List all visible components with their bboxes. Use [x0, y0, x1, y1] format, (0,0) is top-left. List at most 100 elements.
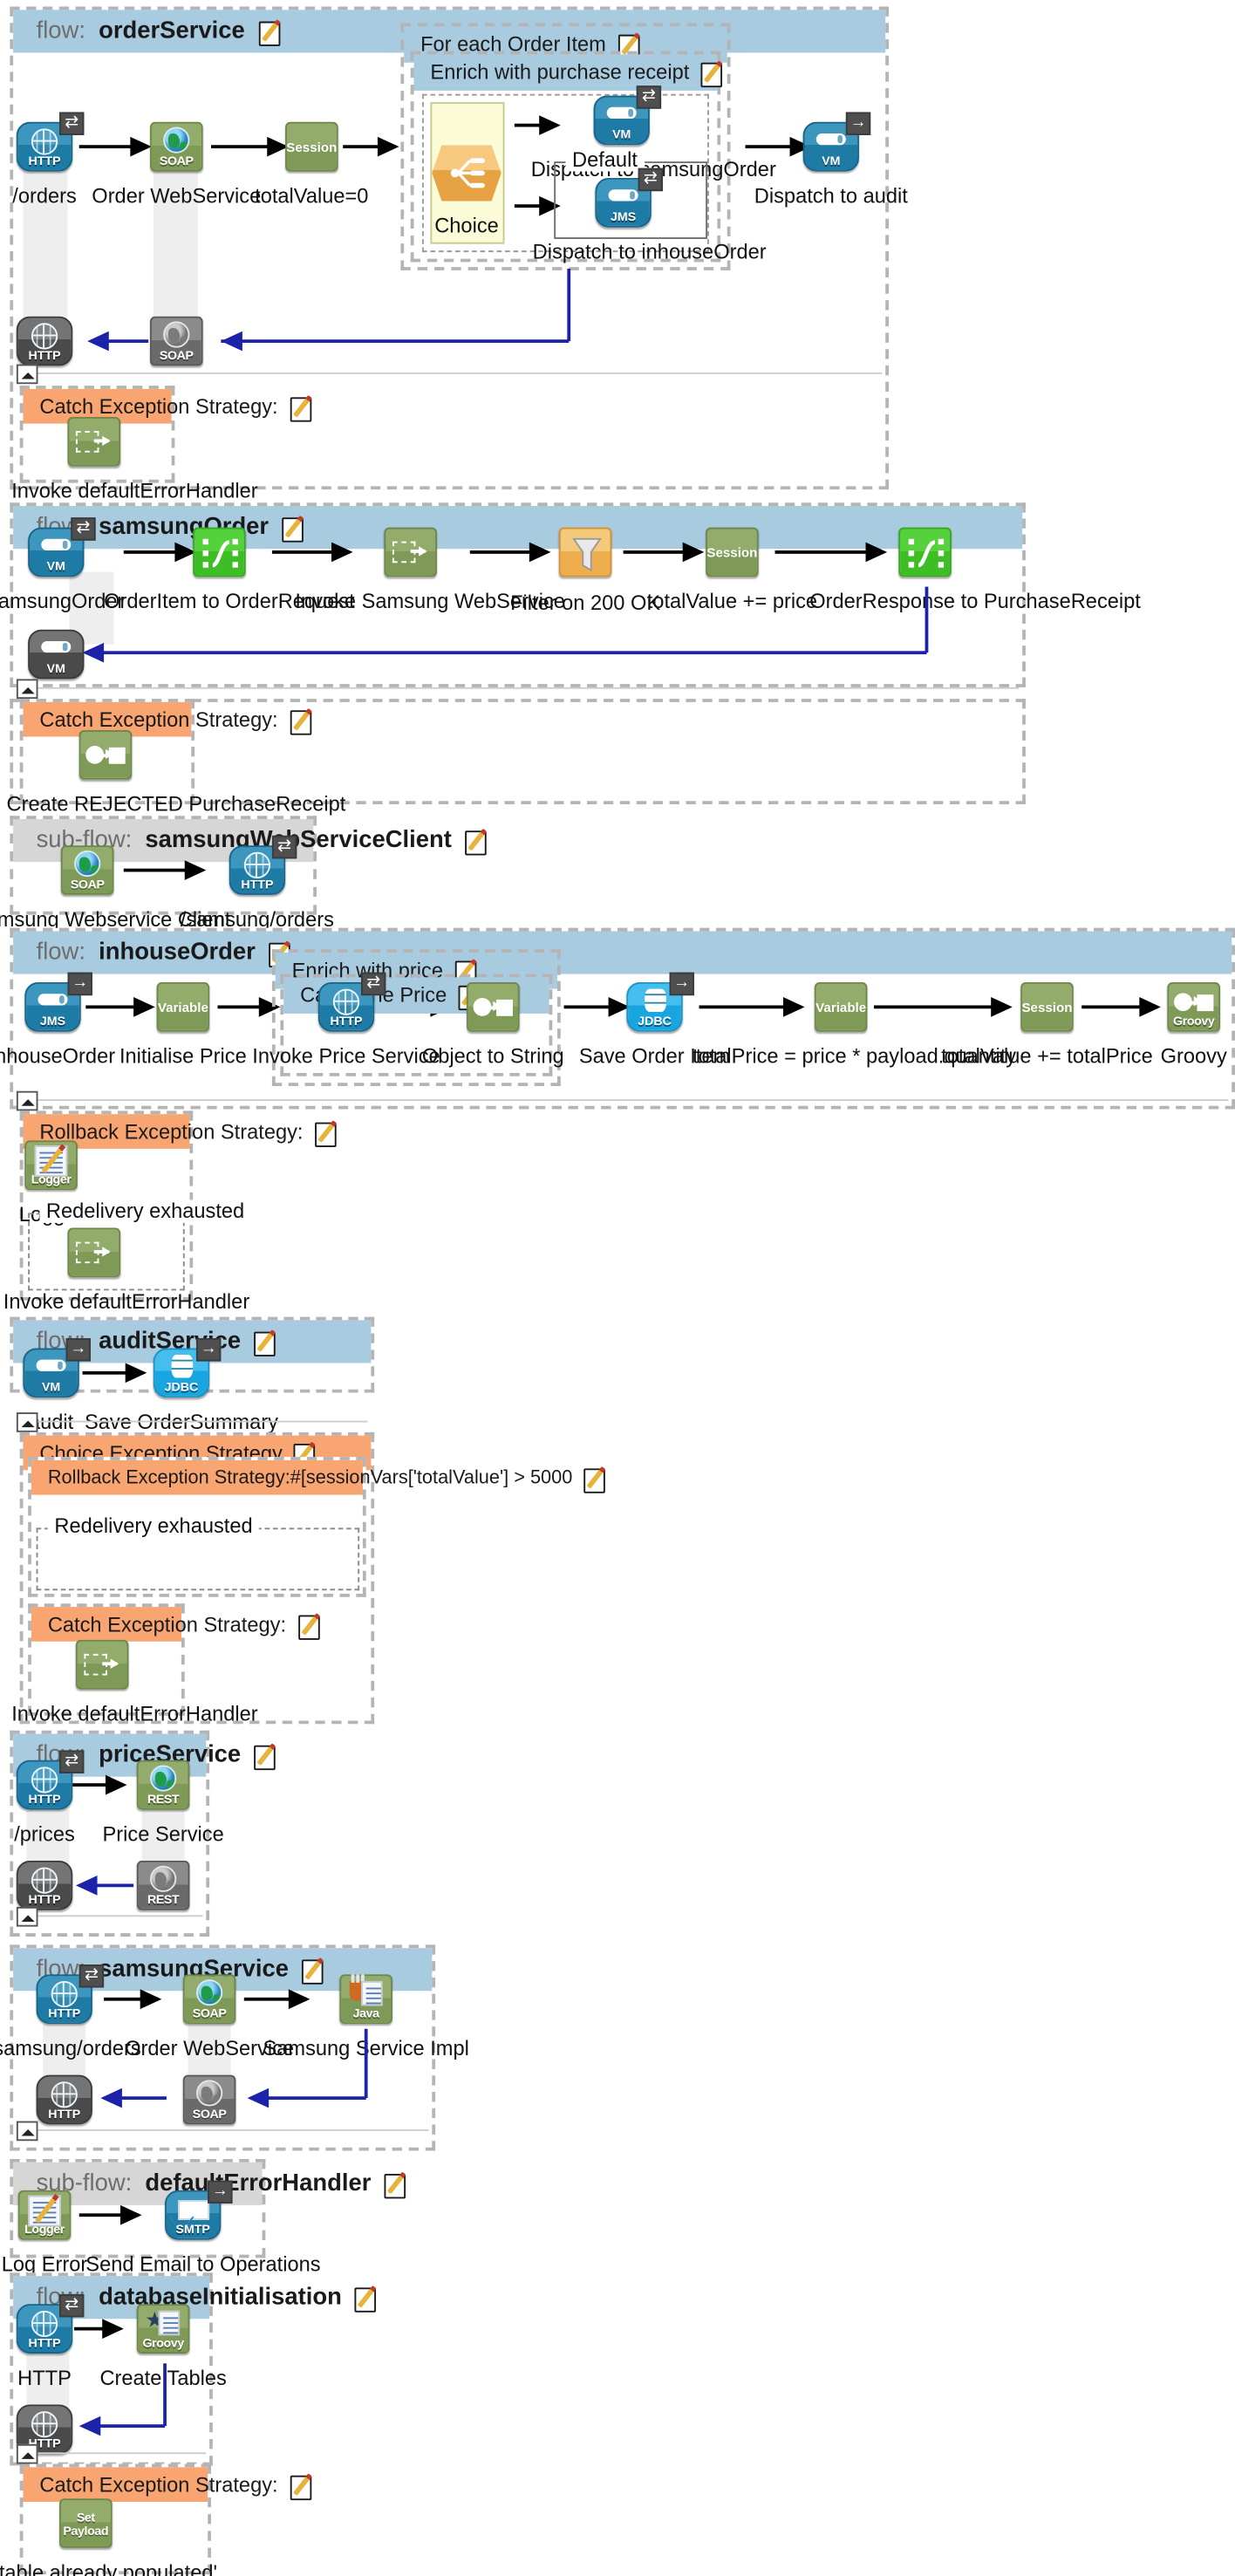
collapse-toggle-icon[interactable] — [16, 1906, 38, 1927]
filter-icon — [558, 527, 612, 577]
vm-icon-text: VM — [46, 660, 65, 676]
http-icon: HTTP — [317, 972, 386, 1032]
collapse-bar-inhouseorder[interactable] — [16, 1090, 1229, 1119]
variable-icon-text: Variable — [815, 999, 867, 1015]
edit-pencil-icon[interactable] — [289, 2473, 314, 2500]
collapse-bar-samsungservice[interactable] — [16, 2121, 429, 2149]
return-path-vertical — [364, 2028, 367, 2099]
datamapper-transform-icon — [898, 527, 952, 577]
edit-pencil-icon[interactable] — [289, 394, 314, 421]
return-path-vertical — [925, 586, 928, 653]
node-label: Choice — [434, 214, 499, 238]
scope-header-enrich[interactable]: Enrich with purchase receipt — [413, 54, 723, 91]
node-invoke-default-error-handler[interactable]: Invoke defaultErrorHandler — [3, 1227, 249, 1315]
edit-pencil-icon[interactable] — [297, 1613, 322, 1639]
flow-reference-icon — [67, 1227, 121, 1278]
return-path-vertical — [567, 268, 570, 342]
node-label: Invoke defaultErrorHandler — [11, 479, 258, 503]
jdbc-icon-text: JDBC — [638, 1013, 672, 1028]
jms-icon-text: JMS — [611, 208, 637, 224]
edit-pencil-icon[interactable] — [314, 1120, 339, 1147]
soap-icon-text: SOAP — [159, 153, 194, 168]
http-icon: HTTP — [229, 835, 297, 895]
flow-kind-label: flow: — [36, 939, 85, 967]
edit-pencil-icon[interactable] — [257, 19, 284, 45]
node-dispatch-to-audit[interactable]: VM Dispatch to audit — [748, 112, 913, 208]
node-invoke-default-error-handler[interactable]: Invoke defaultErrorHandler — [11, 1639, 258, 1726]
soap-icon: SOAP — [182, 1974, 236, 2025]
smtp-icon-text: SMTP — [175, 2221, 210, 2237]
session-variable-icon: Session — [706, 527, 759, 577]
soap-icon: SOAP — [150, 121, 203, 172]
session-icon-text: Session — [706, 544, 758, 560]
rest-icon-text: REST — [147, 1791, 180, 1807]
vm-response-icon: VM — [28, 629, 85, 680]
smtp-icon: SMTP — [165, 2180, 233, 2240]
node-session-totalvalue-zero[interactable]: Session totalValue=0 — [196, 121, 427, 208]
request-response-badge-icon — [71, 517, 96, 541]
collapse-toggle-icon[interactable] — [16, 2121, 38, 2142]
edit-pencil-icon[interactable] — [583, 1466, 609, 1493]
http-response-icon: HTTP — [36, 2074, 92, 2125]
exception-title: Rollback Exception Strategy: — [39, 1119, 304, 1144]
edit-pencil-icon[interactable] — [355, 2286, 381, 2312]
node-label: 'table already populated' — [0, 2560, 218, 2576]
request-response-badge-icon — [638, 167, 663, 192]
rest-icon-text: REST — [147, 1891, 180, 1907]
session-variable-icon: Session — [1020, 982, 1074, 1032]
vm-icon-text: VM — [612, 126, 631, 142]
groovy-icon-text: Groovy — [1173, 1013, 1215, 1028]
http-icon-text: HTTP — [241, 877, 274, 892]
node-choice[interactable]: Choice — [409, 145, 524, 238]
rest-icon: REST — [136, 1759, 190, 1810]
node-soap-response[interactable]: SOAP — [94, 2074, 325, 2133]
exception-header[interactable]: Catch Exception Strategy: — [23, 2467, 311, 2502]
one-way-badge-icon — [195, 1338, 222, 1362]
request-response-badge-icon — [636, 85, 662, 109]
http-icon: HTTP — [36, 1964, 105, 2025]
collapse-toggle-icon[interactable] — [16, 1090, 38, 1111]
soap-icon-text: SOAP — [70, 877, 105, 892]
datamapper-transform-icon — [193, 527, 246, 577]
node-set-payload-table-already-populated[interactable]: Set Payload 'table already populated' — [0, 2498, 218, 2576]
collapse-bar-priceservice[interactable] — [16, 1906, 203, 1935]
route-default-label: Default — [565, 148, 645, 172]
node-dispatch-to-inhouseorder[interactable]: JMS Dispatch to inhouseOrder — [533, 167, 767, 264]
soap-icon-text: SOAP — [192, 2005, 227, 2021]
vm-icon-text: VM — [46, 558, 65, 574]
http-icon-text: HTTP — [48, 2106, 81, 2122]
one-way-badge-icon — [669, 972, 694, 996]
node-rest-response[interactable]: REST — [48, 1861, 279, 1918]
collapse-toggle-icon[interactable] — [16, 1412, 38, 1432]
node-send-email-to-operations[interactable]: SMTP Send Email to Operations — [85, 2180, 321, 2277]
collapse-toggle-icon[interactable] — [16, 2443, 38, 2464]
collapse-toggle-icon[interactable] — [16, 364, 38, 385]
flow-header-inhouseOrder[interactable]: flow: inhouseOrder — [13, 931, 1232, 974]
collapse-toggle-icon[interactable] — [16, 679, 38, 700]
redelivery-exhausted-box: Redelivery exhausted — [36, 1514, 360, 1591]
node-invoke-default-error-handler[interactable]: Invoke defaultErrorHandler — [11, 416, 258, 503]
edit-pencil-icon[interactable] — [289, 707, 314, 735]
flow-reference-icon — [384, 527, 437, 577]
redelivery-exhausted-label: Redelivery exhausted — [39, 1199, 251, 1223]
exception-header-rollback[interactable]: Rollback Exception Strategy:#[sessionVar… — [31, 1459, 606, 1495]
edit-pencil-icon[interactable] — [384, 2171, 411, 2198]
exception-title: Catch Exception Strategy: — [39, 2472, 278, 2497]
node-create-rejected-purchasereceipt[interactable]: Create REJECTED PurchaseReceipt — [7, 729, 345, 817]
node-price-service-rest[interactable]: REST Price Service — [48, 1759, 279, 1847]
node-soap-response[interactable]: SOAP — [61, 316, 292, 374]
vm-icon: VM — [593, 85, 662, 146]
session-variable-icon: Session — [285, 121, 338, 172]
node-http-samsung-orders[interactable]: HTTP /samsung/orders — [142, 835, 373, 932]
jdbc-icon-text: JDBC — [164, 1379, 199, 1395]
http-icon-text: HTTP — [48, 2005, 81, 2021]
node-groovy[interactable]: Groovy Groovy — [1136, 982, 1235, 1069]
vm-icon: VM — [28, 517, 96, 577]
variable-icon: Variable — [814, 982, 868, 1032]
logger-icon: Logger — [17, 2190, 72, 2240]
exception-header-catch[interactable]: Catch Exception Strategy: — [31, 1607, 319, 1642]
edit-pencil-icon[interactable] — [700, 61, 726, 88]
edit-pencil-icon[interactable] — [464, 828, 491, 855]
vm-icon-text: VM — [822, 153, 841, 168]
node-label: Price Service — [102, 1822, 224, 1847]
